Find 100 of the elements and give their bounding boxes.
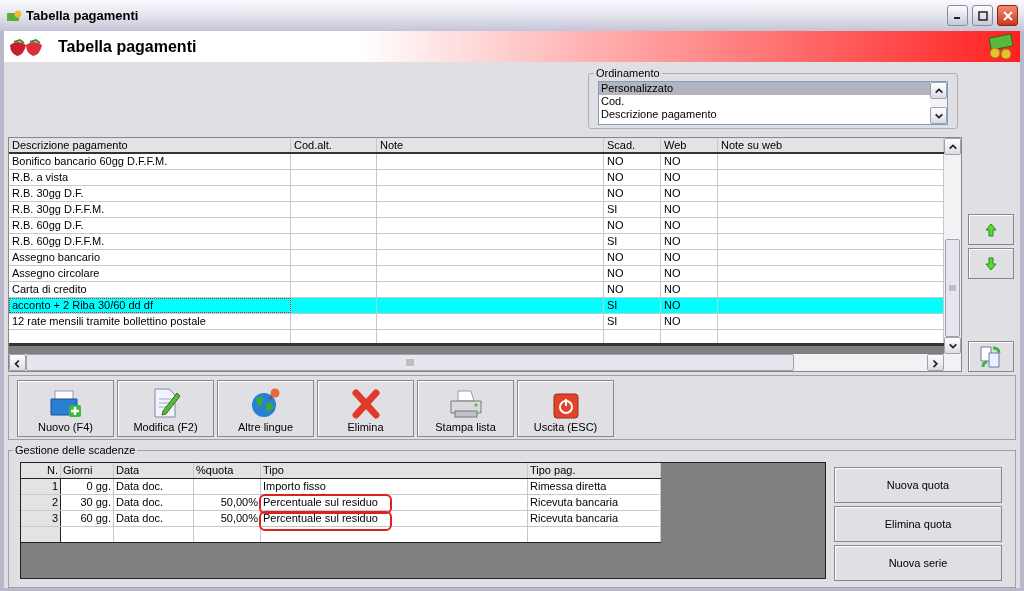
table-row[interactable]: 12 rate mensili tramite bollettino postale SI NO: [9, 314, 944, 330]
table-cell: NO: [604, 250, 661, 265]
scroll-right-button[interactable]: [927, 354, 944, 371]
table-row[interactable]: Bonifico bancario 60gg D.F.F.M. NO NO: [9, 154, 944, 170]
table-cell: SI: [604, 234, 661, 249]
column-header[interactable]: Scad.: [604, 138, 661, 152]
table-cell: NO: [604, 266, 661, 281]
horizontal-scrollbar[interactable]: [9, 354, 961, 371]
table-cell: Data doc.: [114, 511, 194, 526]
table-cell: SI: [604, 202, 661, 217]
minimize-button[interactable]: [947, 5, 968, 26]
table-cell: NO: [661, 234, 718, 249]
toolbar-button[interactable]: Elimina: [317, 380, 414, 437]
table-cell: Data doc.: [114, 479, 194, 494]
maximize-icon: [977, 10, 988, 21]
column-header[interactable]: Tipo pag.: [528, 463, 661, 478]
scroll-up-button[interactable]: [930, 82, 947, 99]
table-cell: R.B. 60gg D.F.: [9, 218, 291, 233]
window-title: Tabella pagamenti: [26, 6, 140, 25]
table-row[interactable]: Assegno circolare NO NO: [9, 266, 944, 282]
table-cell: Ricevuta bancaria: [528, 495, 661, 510]
column-header[interactable]: Data: [114, 463, 194, 478]
table-row[interactable]: R.B. 60gg D.F.F.M. SI NO: [9, 234, 944, 250]
toolbar-button[interactable]: Nuovo (F4): [17, 380, 114, 437]
table-row[interactable]: R.B. a vista NO NO: [9, 170, 944, 186]
table-row[interactable]: Carta di credito NO NO: [9, 282, 944, 298]
row-number: 1: [21, 479, 61, 494]
table-cell: Percentuale sul residuo: [261, 495, 528, 510]
move-down-button[interactable]: [968, 248, 1014, 279]
table-cell: NO: [661, 218, 718, 233]
cross-icon: [351, 389, 380, 419]
list-item[interactable]: Personalizzato: [599, 82, 930, 95]
down-arrow-icon: [985, 256, 997, 271]
toolbar-button[interactable]: Uscita (ESC): [517, 380, 614, 437]
column-header[interactable]: Tipo: [261, 463, 528, 478]
table-row[interactable]: 1 0 gg. Data doc. Importo fisso Rimessa diretta: [21, 479, 661, 495]
scroll-left-button[interactable]: [9, 354, 26, 371]
money-icon: [986, 33, 1016, 60]
table-cell: Assegno bancario: [9, 250, 291, 265]
table-cell: Importo fisso: [261, 479, 528, 494]
toolbar-button[interactable]: Modifica (F2): [117, 380, 214, 437]
scroll-thumb[interactable]: [945, 239, 960, 337]
documents-swap-icon: [979, 344, 1003, 369]
column-header[interactable]: Note: [377, 138, 604, 152]
move-up-button[interactable]: [968, 214, 1014, 245]
table-cell: R.B. 30gg D.F.: [9, 186, 291, 201]
table-row[interactable]: R.B. 60gg D.F. NO NO: [9, 218, 944, 234]
table-cell: NO: [661, 250, 718, 265]
printer-icon: [448, 389, 483, 419]
schedule-button[interactable]: Nuova quota: [834, 467, 1002, 503]
table-cell: 30 gg.: [61, 495, 114, 510]
table-cell: NO: [604, 154, 661, 169]
table-cell: 50,00%: [194, 495, 261, 510]
table-row[interactable]: 2 30 gg. Data doc. 50,00% Percentuale sul residuo Ricevuta bancaria: [21, 495, 661, 511]
column-header[interactable]: Cod.alt.: [291, 138, 377, 152]
scroll-thumb[interactable]: [26, 354, 794, 371]
scrollbar[interactable]: [930, 82, 947, 124]
table-cell: NO: [661, 314, 718, 329]
column-header[interactable]: %quota: [194, 463, 261, 478]
table-cell: NO: [661, 154, 718, 169]
vertical-scrollbar[interactable]: [944, 138, 961, 354]
globe-icon: [249, 387, 282, 419]
column-header[interactable]: N.: [21, 463, 61, 478]
maximize-button[interactable]: [972, 5, 993, 26]
table-cell: NO: [661, 202, 718, 217]
sort-list[interactable]: Personalizzato Cod. Descrizione pagamento: [598, 81, 948, 125]
close-icon: [1002, 10, 1013, 21]
folder-plus-icon: [48, 389, 83, 419]
group-label: Ordinamento: [594, 67, 662, 79]
table-row[interactable]: acconto + 2 Riba 30/60 dd df SI NO: [9, 298, 944, 314]
table-row[interactable]: R.B. 30gg D.F. NO NO: [9, 186, 944, 202]
scroll-down-button[interactable]: [930, 107, 947, 124]
table-row[interactable]: 3 60 gg. Data doc. 50,00% Percentuale sul residuo Ricevuta bancaria: [21, 511, 661, 527]
row-number: 3: [21, 511, 61, 526]
toolbar-button[interactable]: Altre lingue: [217, 380, 314, 437]
row-number: 2: [21, 495, 61, 510]
scroll-down-button[interactable]: [944, 337, 961, 354]
list-item[interactable]: Descrizione pagamento: [599, 108, 930, 121]
column-header[interactable]: Descrizione pagamento: [9, 138, 291, 152]
up-arrow-icon: [985, 222, 997, 237]
column-header[interactable]: Web: [661, 138, 718, 152]
app-icon: [6, 8, 22, 23]
table-cell: Assegno circolare: [9, 266, 291, 281]
table-row[interactable]: Assegno bancario NO NO: [9, 250, 944, 266]
list-item[interactable]: Cod.: [599, 95, 930, 108]
column-header[interactable]: Giorni: [61, 463, 114, 478]
toolbar-button[interactable]: Stampa lista: [417, 380, 514, 437]
table-cell: 60 gg.: [61, 511, 114, 526]
refresh-button[interactable]: [968, 341, 1014, 372]
group-label: Gestione delle scadenze: [13, 444, 138, 456]
scroll-up-button[interactable]: [944, 138, 961, 155]
table-cell: NO: [661, 282, 718, 297]
schedule-button[interactable]: Nuova serie: [834, 545, 1002, 581]
table-cell: 12 rate mensili tramite bollettino postale: [9, 314, 291, 329]
table-cell: R.B. 30gg D.F.F.M.: [9, 202, 291, 217]
close-button[interactable]: [997, 5, 1018, 26]
table-cell: R.B. a vista: [9, 170, 291, 185]
schedule-button[interactable]: Elimina quota: [834, 506, 1002, 542]
table-row[interactable]: R.B. 30gg D.F.F.M. SI NO: [9, 202, 944, 218]
table-cell: NO: [661, 186, 718, 201]
